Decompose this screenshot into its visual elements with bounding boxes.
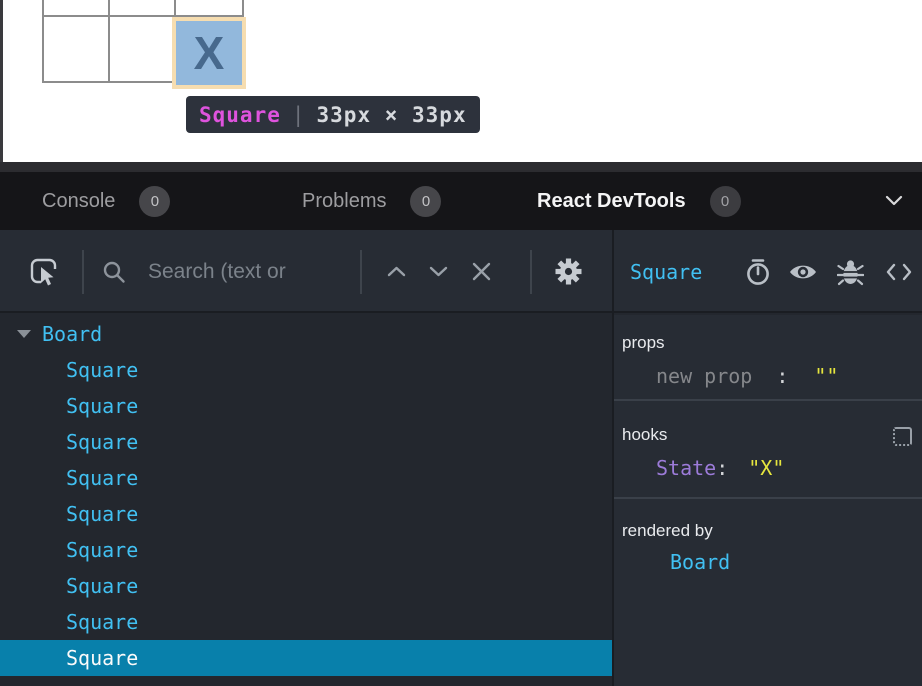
tree-item-label: Square xyxy=(66,574,138,598)
tab-label: Problems xyxy=(302,190,386,213)
drawer-tabbar: Console 0 Problems 0 React DevTools 0 xyxy=(0,172,922,230)
tree-item-square[interactable]: Square xyxy=(0,352,612,388)
tree-item-label: Square xyxy=(66,430,138,454)
tree-item-label: Square xyxy=(66,646,138,670)
tooltip-component-name: Square xyxy=(199,103,281,127)
search-prev-icon[interactable] xyxy=(386,230,407,313)
rendered-by-title: rendered by xyxy=(622,521,922,541)
grid-line xyxy=(42,0,44,83)
square-cell[interactable]: X xyxy=(176,21,242,85)
tree-item-label: Square xyxy=(66,394,138,418)
hooks-section: hooks State : "X" xyxy=(614,401,922,499)
tree-item-board[interactable]: Board xyxy=(0,316,612,352)
tab-label: React DevTools xyxy=(537,190,686,213)
grid-line xyxy=(108,0,110,83)
prop-value[interactable]: "" xyxy=(814,364,838,388)
tree-item-square[interactable]: Square xyxy=(0,568,612,604)
hook-row: State : "X" xyxy=(656,456,922,480)
tree-item-label: Square xyxy=(66,502,138,526)
collapse-drawer-icon[interactable] xyxy=(884,194,904,212)
tree-item-square[interactable]: Square xyxy=(0,424,612,460)
log-bug-icon[interactable] xyxy=(837,230,864,313)
rendered-by-section: rendered by Board xyxy=(614,499,922,680)
parse-hook-names-icon[interactable] xyxy=(893,427,912,446)
component-tree: Board Square Square Square Square Square Squa… xyxy=(0,315,612,686)
inspect-tooltip: Square | 33px × 33px xyxy=(186,96,480,133)
hooks-title: hooks xyxy=(622,425,922,445)
square-value: X xyxy=(194,30,225,76)
clear-search-icon[interactable] xyxy=(470,230,493,313)
tree-item-square[interactable]: Square xyxy=(0,604,612,640)
tree-item-label: Board xyxy=(42,322,102,346)
drawer-top-strip xyxy=(0,162,922,172)
props-title: props xyxy=(622,333,922,353)
tab-console[interactable]: Console 0 xyxy=(42,172,170,230)
tooltip-dimensions: 33px × 33px xyxy=(317,103,467,127)
hook-value[interactable]: "X" xyxy=(748,456,784,480)
tree-item-square[interactable]: Square xyxy=(0,532,612,568)
console-count-badge: 0 xyxy=(139,186,170,217)
tree-item-label: Square xyxy=(66,538,138,562)
devtools-toolbar: Square xyxy=(0,230,922,313)
page-viewport: X Square | 33px × 33px xyxy=(0,0,922,162)
tab-label: Console xyxy=(42,190,115,213)
tab-problems[interactable]: Problems 0 xyxy=(302,172,441,230)
tree-item-label: Square xyxy=(66,358,138,382)
settings-gear-icon[interactable] xyxy=(554,230,583,313)
rendered-by-link[interactable]: Board xyxy=(670,550,922,574)
tree-item-square[interactable]: Square xyxy=(0,460,612,496)
expand-twisty-icon[interactable] xyxy=(17,330,31,338)
tree-item-square[interactable]: Square xyxy=(0,388,612,424)
toolbar-divider xyxy=(82,250,84,294)
prop-key[interactable]: new prop xyxy=(656,364,752,388)
selected-component-name: Square xyxy=(630,230,702,313)
tree-item-square[interactable]: Square xyxy=(0,496,612,532)
search-input-wrap xyxy=(148,230,353,313)
details-panel: props new prop : "" hooks State : "X" re… xyxy=(614,315,922,686)
search-next-icon[interactable] xyxy=(428,230,449,313)
cursor-arrow-icon xyxy=(41,267,54,286)
tree-item-square[interactable]: Square xyxy=(0,640,612,676)
inspect-element-button[interactable] xyxy=(28,230,59,313)
problems-count-badge: 0 xyxy=(410,186,441,217)
props-section: props new prop : "" xyxy=(614,315,922,401)
window-edge xyxy=(0,0,3,162)
search-input[interactable] xyxy=(148,260,353,284)
react-devtools-screen: X Square | 33px × 33px Console 0 Problem… xyxy=(0,0,922,686)
view-source-code-icon[interactable] xyxy=(885,230,913,313)
inspect-dom-eye-icon[interactable] xyxy=(788,230,818,313)
search-icon xyxy=(102,230,126,313)
suspense-stopwatch-icon[interactable] xyxy=(744,230,772,313)
toolbar-divider xyxy=(530,250,532,294)
tab-react-devtools[interactable]: React DevTools 0 xyxy=(537,172,741,230)
react-devtools-count-badge: 0 xyxy=(710,186,741,217)
tooltip-separator: | xyxy=(292,103,306,127)
prop-colon: : xyxy=(776,364,788,388)
hook-name: State xyxy=(656,456,716,480)
toolbar-divider xyxy=(360,250,362,294)
inspect-highlight: X xyxy=(172,17,246,89)
tree-item-label: Square xyxy=(66,610,138,634)
tree-item-label: Square xyxy=(66,466,138,490)
prop-row: new prop : "" xyxy=(656,364,922,388)
hook-colon: : xyxy=(716,456,728,480)
